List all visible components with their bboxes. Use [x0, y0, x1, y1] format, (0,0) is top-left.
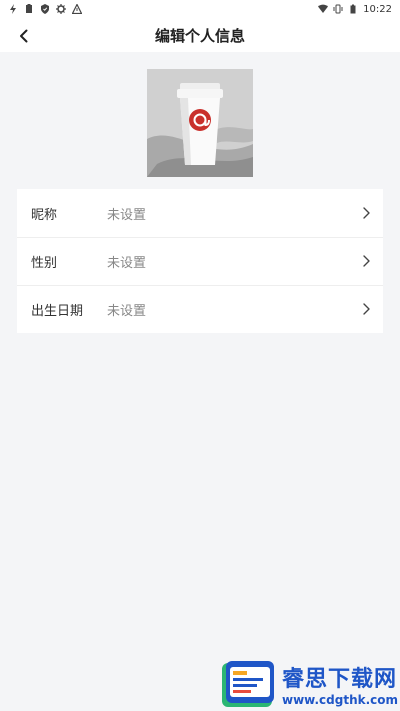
- nickname-value: 未设置: [107, 207, 147, 223]
- vibrate-icon: [333, 4, 343, 14]
- back-button[interactable]: [12, 24, 36, 48]
- flash-icon: [8, 4, 18, 14]
- status-bar: 10:22: [0, 0, 400, 18]
- page-title: 编辑个人信息: [154, 26, 245, 45]
- warning-icon: [72, 4, 82, 14]
- back-arrow-icon: [20, 29, 28, 43]
- watermark-logo-icon: [222, 660, 274, 707]
- avatar-image: [147, 69, 253, 177]
- profile-info-card: 昵称 未设置 性别 未设置 出生日期 未设置: [17, 189, 383, 333]
- clipboard-icon: [24, 4, 34, 14]
- chevron-right-icon: [363, 303, 370, 315]
- shield-icon: [40, 4, 50, 14]
- birthday-label: 出生日期: [31, 303, 84, 319]
- watermark-url: www.cdgthk.com: [282, 692, 399, 707]
- nav-bar: 编辑个人信息: [0, 18, 400, 52]
- gender-label: 性别: [31, 255, 58, 271]
- avatar[interactable]: [147, 69, 253, 177]
- chevron-right-icon: [363, 255, 370, 267]
- settings-icon: [56, 4, 66, 14]
- birthday-row[interactable]: 出生日期 未设置: [17, 285, 383, 333]
- chevron-right-icon: [363, 207, 370, 219]
- birthday-value: 未设置: [107, 303, 147, 319]
- wifi-icon: [318, 4, 329, 14]
- nickname-row[interactable]: 昵称 未设置: [17, 189, 383, 237]
- nickname-label: 昵称: [31, 207, 58, 223]
- status-left-icons: [8, 4, 82, 14]
- watermark-title: 睿思下载网: [282, 666, 398, 692]
- status-right-icons: 10:22: [318, 4, 392, 15]
- watermark: 睿思下载网 www.cdgthk.com: [220, 656, 400, 711]
- battery-icon: [348, 4, 358, 14]
- gender-value: 未设置: [107, 255, 147, 271]
- gender-row[interactable]: 性别 未设置: [17, 237, 383, 285]
- status-time: 10:22: [363, 3, 392, 15]
